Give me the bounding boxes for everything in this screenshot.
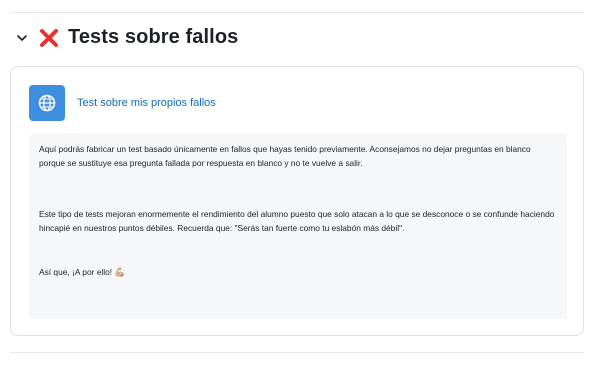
- description-paragraph-3-text: Así que, ¡A por ello!: [39, 267, 113, 277]
- description-paragraph-2: Este tipo de tests mejoran enormemente e…: [39, 209, 555, 233]
- globe-icon[interactable]: [29, 85, 65, 121]
- top-divider: [10, 12, 584, 13]
- activity-card: Test sobre mis propios fallos Aquí podrá…: [10, 66, 584, 336]
- section-header: Tests sobre fallos: [14, 26, 238, 49]
- chevron-down-icon[interactable]: [14, 30, 30, 46]
- activity-item[interactable]: Test sobre mis propios fallos: [29, 85, 216, 121]
- red-cross-icon: [38, 27, 60, 49]
- flexed-biceps-icon: 💪🏼: [114, 267, 126, 277]
- activity-description: Aquí podrás fabricar un test basado únic…: [29, 133, 567, 319]
- description-paragraph-1: Aquí podrás fabricar un test basado únic…: [39, 144, 531, 168]
- activity-link[interactable]: Test sobre mis propios fallos: [77, 97, 216, 109]
- description-paragraph-3: Así que, ¡A por ello! 💪🏼: [39, 266, 557, 280]
- bottom-divider: [10, 352, 584, 353]
- section-title: Tests sobre fallos: [68, 26, 239, 48]
